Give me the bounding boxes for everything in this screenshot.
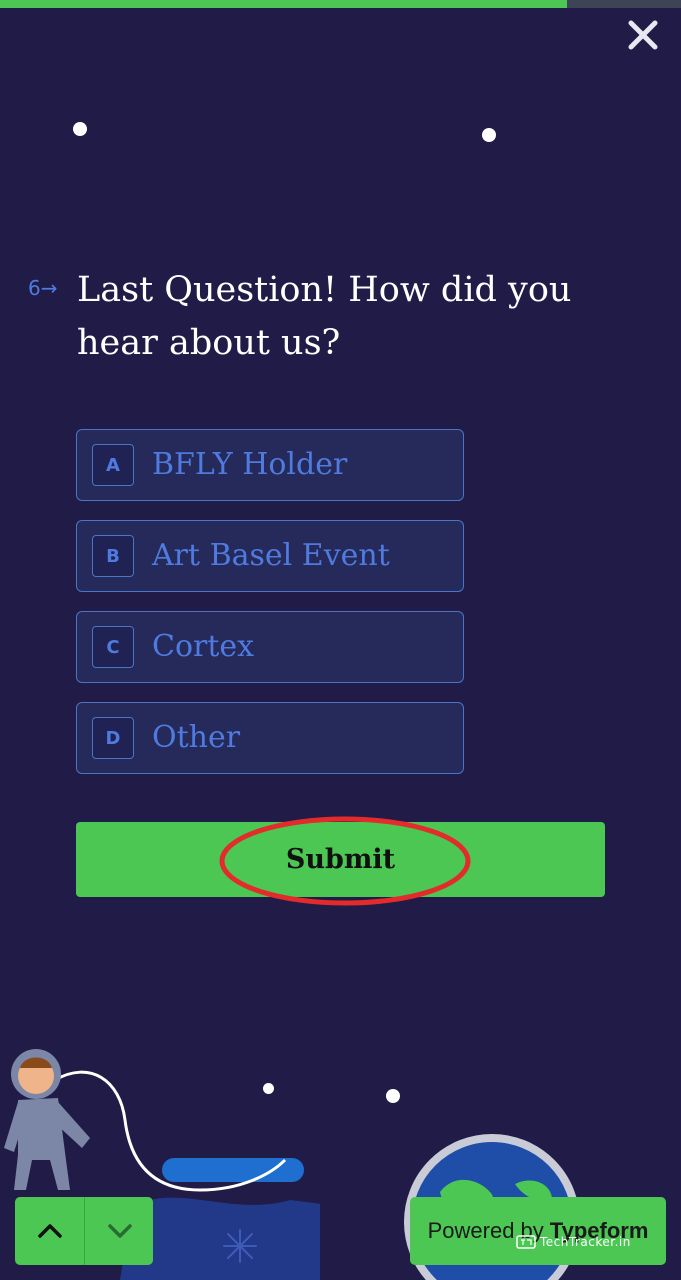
- choice-d[interactable]: D Other: [76, 702, 464, 774]
- question-navigation: [15, 1197, 153, 1265]
- choice-a[interactable]: A BFLY Holder: [76, 429, 464, 501]
- choice-key: D: [92, 717, 134, 759]
- chevron-down-icon: [107, 1224, 132, 1238]
- powered-by-typeform-link[interactable]: Powered by Typeform: [410, 1197, 666, 1265]
- submit-button[interactable]: Submit: [76, 822, 605, 897]
- choice-label: Cortex: [152, 629, 255, 664]
- star-decoration: [386, 1089, 400, 1103]
- progress-bar-fill: [0, 0, 568, 8]
- star-decoration: [482, 128, 496, 142]
- choice-c[interactable]: C Cortex: [76, 611, 464, 683]
- submit-label: Submit: [285, 844, 396, 875]
- question-number: 6→: [28, 276, 58, 300]
- choice-key: B: [92, 535, 134, 577]
- star-decoration: [73, 122, 87, 136]
- previous-question-button[interactable]: [15, 1197, 84, 1265]
- choice-key: A: [92, 444, 134, 486]
- close-icon: [628, 20, 658, 50]
- next-question-button[interactable]: [85, 1197, 153, 1265]
- choice-key: C: [92, 626, 134, 668]
- choice-label: Art Basel Event: [152, 538, 390, 573]
- choice-label: BFLY Holder: [152, 447, 348, 482]
- watermark-text: TechTracker.in: [540, 1235, 631, 1249]
- question-title: Last Question! How did you hear about us…: [77, 270, 572, 363]
- watermark: TechTracker.in: [516, 1235, 631, 1249]
- choice-b[interactable]: B Art Basel Event: [76, 520, 464, 592]
- watermark-logo-icon: [516, 1235, 536, 1249]
- close-button[interactable]: [624, 16, 662, 54]
- progress-bar: [0, 0, 681, 8]
- chevron-up-icon: [37, 1224, 62, 1238]
- choice-label: Other: [152, 720, 241, 755]
